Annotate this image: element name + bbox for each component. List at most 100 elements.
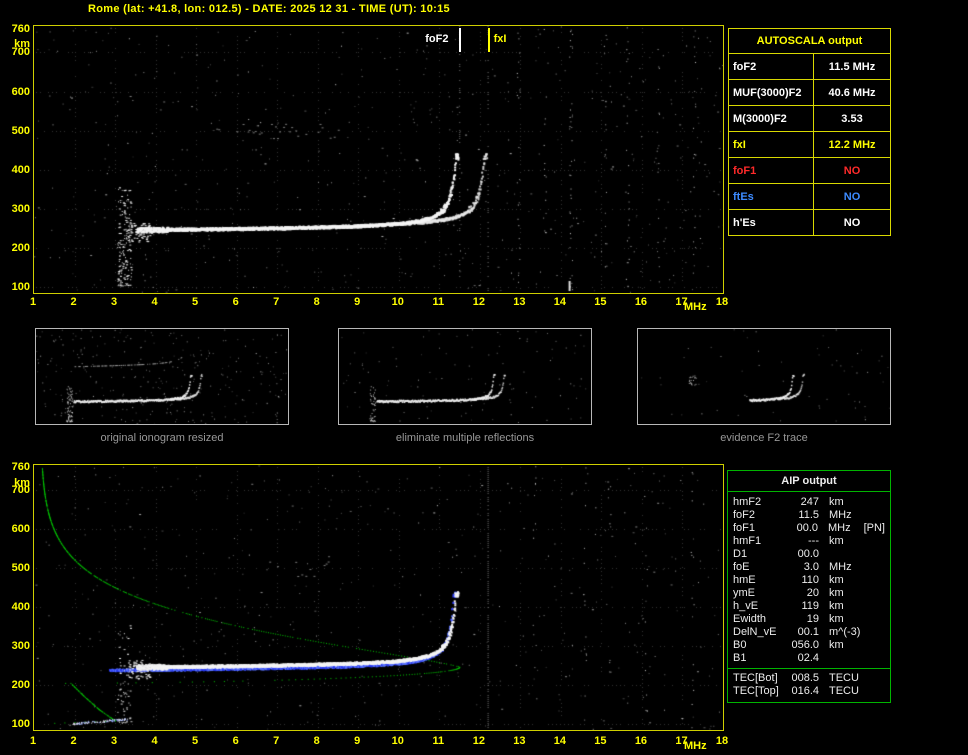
top-plot-x-tick-label: 15 [588,296,612,308]
aip-row-value: 008.5 [785,672,819,685]
aip-row-label: hmE [733,574,785,587]
aip-row-value: --- [785,535,819,548]
bottom-plot-x-tick-label: 4 [143,735,167,747]
fxi-marker-line [488,28,490,52]
top-plot-x-tick-label: 5 [183,296,207,308]
aip-row-value: 02.4 [785,652,819,665]
autoscala-row-value: NO [814,184,891,210]
aip-row-unit: km [819,600,865,613]
autoscala-row-value: NO [814,210,891,236]
top-plot-y-tick-label: 400 [4,164,30,176]
bottom-plot-x-tick-label: 12 [467,735,491,747]
bottom-plot-x-tick-label: 11 [426,735,450,747]
aip-row-unit: MHz [819,561,865,574]
thumbnail-caption-f2: evidence F2 trace [637,432,891,444]
aip-row-label: hmF2 [733,496,785,509]
fxi-marker-label: fxI [494,33,507,45]
aip-row: TEC[Bot]008.5TECU [733,672,885,685]
autoscala-row-value: NO [814,158,891,184]
bottom-plot-x-tick-label: 6 [224,735,248,747]
autoscala-row: h'EsNO [729,210,891,236]
aip-row: B0056.0km [733,639,885,652]
bottom-plot-x-tick-label: 8 [305,735,329,747]
aip-row-note [865,626,885,639]
aip-row-value: 119 [785,600,819,613]
fof2-marker-label: foF2 [425,33,448,45]
aip-row: B102.4 [733,652,885,665]
aip-row-value: 016.4 [785,685,819,698]
aip-row-label: ymE [733,587,785,600]
autoscala-output-table: AUTOSCALA output foF211.5 MHzMUF(3000)F2… [728,28,891,236]
aip-row-unit [819,652,865,665]
bottom-plot-x-tick-label: 5 [183,735,207,747]
aip-row-value: 11.5 [785,509,819,522]
aip-row-label: hmF1 [733,535,785,548]
aip-row: hmF2247km [733,496,885,509]
autoscala-row: M(3000)F23.53 [729,106,891,132]
top-plot-y-tick-label: 100 [4,281,30,293]
autoscala-row-value: 3.53 [814,106,891,132]
aip-row-label: h_vE [733,600,785,613]
top-plot-x-tick-label: 18 [710,296,734,308]
top-plot-x-tick-label: 12 [467,296,491,308]
aip-row: foF100.0MHz[PN] [733,522,885,535]
autoscala-window: Rome (lat: +41.8, lon: 012.5) - DATE: 20… [0,0,968,755]
aip-row-unit: m^(-3) [819,626,865,639]
bottom-plot-y-tick-label: 760 [4,461,30,473]
thumbnail-f2-canvas [638,329,890,424]
aip-panel-title: AIP output [728,471,890,492]
bottom-plot-y-tick-label: 100 [4,718,30,730]
aip-row-unit: MHz [819,509,865,522]
autoscala-table-title: AUTOSCALA output [729,29,891,54]
top-plot-x-tick-label: 9 [345,296,369,308]
bottom-plot-y-tick-label: 400 [4,601,30,613]
aip-row-label: foF2 [733,509,785,522]
top-ionogram-plot: foF2 fxI [33,25,724,294]
aip-row-unit: km [819,639,865,652]
bottom-plot-x-tick-label: 17 [669,735,693,747]
bottom-plot-x-tick-label: 13 [507,735,531,747]
bottom-plot-x-tick-label: 15 [588,735,612,747]
aip-row-unit: MHz [818,522,864,535]
aip-row-unit: TECU [819,685,865,698]
bottom-plot-y-tick-label: 700 [4,484,30,496]
aip-row-label: DelN_vE [733,626,785,639]
aip-row-label: TEC[Top] [733,685,785,698]
top-plot-x-tick-label: 1 [21,296,45,308]
top-plot-x-tick-label: 11 [426,296,450,308]
aip-row-value: 20 [785,587,819,600]
aip-row: hmE110km [733,574,885,587]
autoscala-row-value: 11.5 MHz [814,54,891,80]
aip-row-note [865,587,885,600]
aip-row-label: B0 [733,639,785,652]
aip-tec-separator [728,668,890,669]
autoscala-row: MUF(3000)F240.6 MHz [729,80,891,106]
thumbnail-original-ionogram [35,328,289,425]
top-plot-x-tick-label: 13 [507,296,531,308]
aip-row-value: 00.0 [784,522,818,535]
aip-output-panel: AIP output hmF2247kmfoF211.5MHzfoF100.0M… [727,470,891,703]
top-plot-y-tick-label: 300 [4,203,30,215]
aip-row-unit: TECU [819,672,865,685]
top-plot-x-tick-label: 10 [386,296,410,308]
bottom-profile-canvas [34,465,723,730]
aip-row: foF211.5MHz [733,509,885,522]
thumbnail-multiple-reflections [338,328,592,425]
bottom-plot-y-tick-label: 200 [4,679,30,691]
aip-row-value: 00.0 [785,548,819,561]
top-plot-y-tick-label: 700 [4,46,30,58]
autoscala-row: foF211.5 MHz [729,54,891,80]
bottom-plot-x-tick-label: 2 [62,735,86,747]
aip-row: Ewidth19km [733,613,885,626]
bottom-plot-x-tick-label: 14 [548,735,572,747]
top-plot-x-tick-label: 6 [224,296,248,308]
aip-row-note [865,548,885,561]
top-plot-y-tick-label: 200 [4,242,30,254]
autoscala-row-label: MUF(3000)F2 [729,80,814,106]
thumbnail-multiples-canvas [339,329,591,424]
aip-row: foE3.0MHz [733,561,885,574]
aip-row-note [865,535,885,548]
aip-row-value: 19 [785,613,819,626]
aip-row-note [865,613,885,626]
aip-row: D100.0 [733,548,885,561]
